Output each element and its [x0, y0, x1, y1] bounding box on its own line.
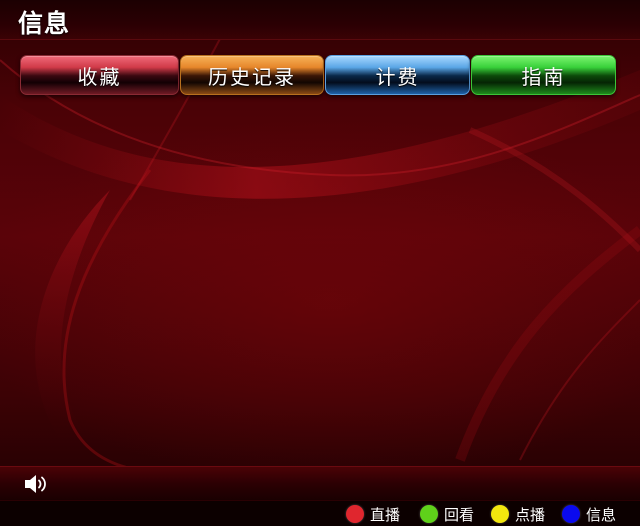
screen: 信息 收藏 历史记录 计费 指南 直播 回看 点播 信息 — [0, 0, 640, 526]
speaker-icon[interactable] — [22, 472, 52, 496]
legend-item-live[interactable]: 直播 — [346, 504, 400, 524]
page-title: 信息 — [18, 9, 71, 38]
legend-label-replay: 回看 — [444, 505, 475, 524]
green-key-icon — [420, 505, 438, 523]
header-bar: 信息 — [0, 0, 640, 40]
legend-label-info: 信息 — [586, 505, 617, 524]
legend-item-info[interactable]: 信息 — [562, 504, 616, 524]
color-key-legend: 直播 回看 点播 信息 — [0, 500, 640, 526]
legend-label-live: 直播 — [370, 505, 401, 524]
legend-item-replay[interactable]: 回看 — [420, 504, 474, 524]
legend-item-vod[interactable]: 点播 — [491, 504, 545, 524]
legend-label-vod: 点播 — [515, 505, 546, 524]
footer-bar — [0, 466, 640, 500]
yellow-key-icon — [491, 505, 509, 523]
red-key-icon — [346, 505, 364, 523]
blue-key-icon — [562, 505, 580, 523]
tab-history[interactable]: 历史记录 — [180, 55, 324, 95]
tab-guide[interactable]: 指南 — [471, 55, 616, 95]
tab-bar: 收藏 历史记录 计费 指南 — [20, 55, 616, 95]
tab-favorites[interactable]: 收藏 — [20, 55, 179, 95]
tab-billing[interactable]: 计费 — [325, 55, 470, 95]
